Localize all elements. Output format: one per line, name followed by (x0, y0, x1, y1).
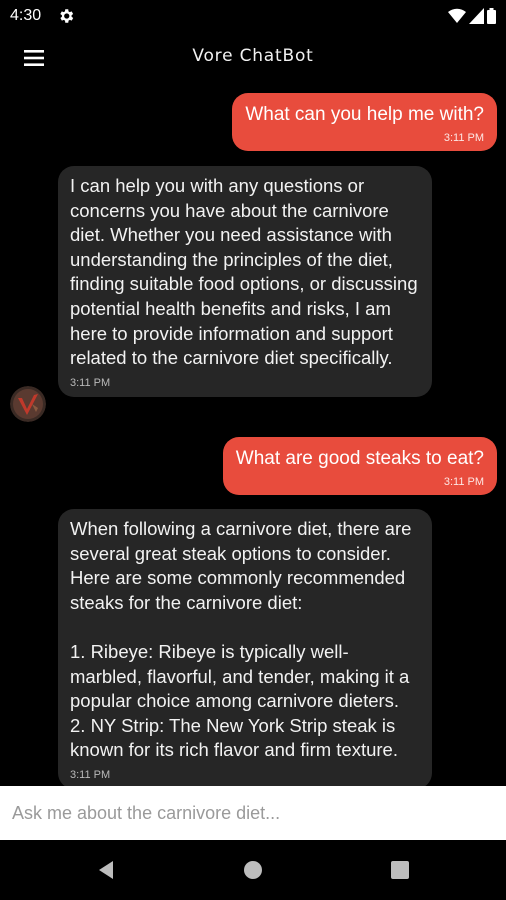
status-bar: 4:30 (0, 0, 506, 32)
bot-message-bubble: When following a carnivore diet, there a… (58, 509, 432, 786)
bot-avatar-icon (10, 386, 46, 422)
back-icon[interactable] (94, 858, 118, 882)
user-message-bubble: What are good steaks to eat? 3:11 PM (222, 437, 497, 495)
message-text: What are good steaks to eat? (235, 448, 484, 469)
message-text: I can help you with any questions or con… (70, 175, 423, 369)
cell-signal-icon (469, 8, 484, 24)
app-title: Vore ChatBot (192, 46, 314, 66)
message-time: 3:11 PM (443, 476, 484, 488)
message-time: 3:11 PM (70, 376, 111, 389)
status-time: 4:30 (10, 7, 42, 24)
message-time: 3:11 PM (443, 132, 484, 144)
system-nav-bar (0, 840, 506, 900)
user-message-bubble: What can you help me with? 3:11 PM (232, 93, 497, 151)
message-text: When following a carnivore diet, there a… (70, 518, 412, 761)
message-time: 3:11 PM (70, 768, 111, 781)
chat-message-list[interactable]: What can you help me with? 3:11 PM I can… (0, 84, 506, 786)
bot-avatar (10, 386, 46, 422)
bot-message-bubble: I can help you with any questions or con… (58, 166, 432, 397)
wifi-icon (448, 8, 466, 23)
settings-gear-icon (60, 9, 74, 23)
app-bar: Vore ChatBot (0, 32, 506, 84)
message-input-bar (0, 786, 506, 840)
recents-icon[interactable] (388, 858, 412, 882)
message-text: What can you help me with? (245, 104, 484, 125)
home-icon[interactable] (241, 858, 265, 882)
status-icons (448, 8, 496, 24)
battery-icon (487, 8, 496, 24)
message-input[interactable] (0, 786, 506, 840)
